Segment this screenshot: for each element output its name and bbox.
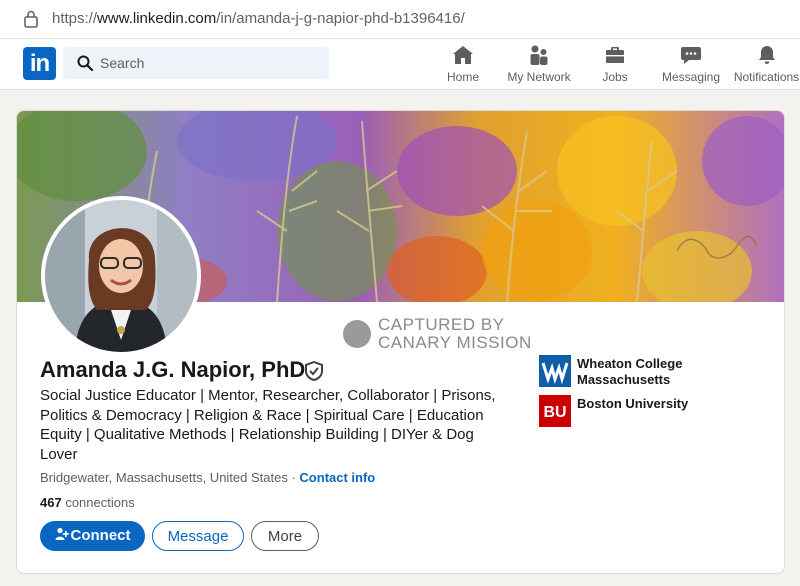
boston-university-logo: BU <box>539 395 571 427</box>
search-input[interactable]: Search <box>63 47 329 79</box>
education-name: Wheaton College Massachusetts <box>577 356 683 387</box>
nav-jobs[interactable]: Jobs <box>596 43 634 87</box>
profile-headline: Social Justice Educator | Mentor, Resear… <box>40 387 496 463</box>
connections-count[interactable]: 467 connections <box>40 495 135 510</box>
linkedin-logo[interactable]: in <box>23 47 56 80</box>
more-button[interactable]: More <box>251 521 319 551</box>
watermark-line1: CAPTURED BY <box>378 315 505 334</box>
profile-card: CAPTURED BY CANARY MISSION Amanda J.G. N… <box>16 110 785 574</box>
network-icon <box>530 45 548 65</box>
nav-notifications[interactable]: Notifications <box>733 43 800 87</box>
location-text: Bridgewater, Massachusetts, United State… <box>40 470 288 485</box>
bell-icon <box>758 46 775 64</box>
watermark-logo-icon <box>343 320 371 348</box>
add-person-icon <box>55 527 69 540</box>
verified-shield-icon[interactable] <box>305 361 323 381</box>
connections-label: connections <box>61 495 135 510</box>
connect-button-label: Connect <box>70 527 131 544</box>
search-placeholder: Search <box>100 55 145 71</box>
profile-name: Amanda J.G. Napior, PhD <box>40 357 306 382</box>
location-separator: · <box>287 470 300 485</box>
search-icon <box>77 55 93 71</box>
nav-home[interactable]: Home <box>442 43 484 87</box>
svg-text:BU: BU <box>543 404 566 421</box>
nav-my-network[interactable]: My Network <box>505 43 573 87</box>
connect-button[interactable]: Connect <box>40 521 145 551</box>
connections-number: 467 <box>40 495 62 510</box>
nav-messaging[interactable]: Messaging <box>661 43 721 87</box>
avatar[interactable] <box>41 196 201 356</box>
message-button[interactable]: Message <box>152 521 244 551</box>
contact-info-link[interactable]: Contact info <box>299 470 375 485</box>
briefcase-icon <box>606 47 624 63</box>
browser-address-bar[interactable]: https://www.linkedin.com/in/amanda-j-g-n… <box>0 0 800 39</box>
profile-location: Bridgewater, Massachusetts, United State… <box>40 470 375 485</box>
top-nav: in Search Home My Network Jobs Messaging… <box>0 39 800 90</box>
nav-notifications-label: Notifications <box>733 70 800 84</box>
watermark-line2: CANARY MISSION <box>378 333 532 352</box>
lock-icon <box>24 10 38 28</box>
nav-my-network-label: My Network <box>507 70 571 84</box>
nav-home-label: Home <box>446 70 479 84</box>
home-icon <box>453 46 473 64</box>
canary-mission-watermark: CAPTURED BY CANARY MISSION <box>341 316 571 352</box>
nav-jobs-label: Jobs <box>602 70 628 84</box>
profile-photo <box>45 200 197 352</box>
education-name: Boston University <box>577 396 689 411</box>
nav-messaging-label: Messaging <box>661 70 721 84</box>
chat-icon <box>681 47 701 64</box>
url-text[interactable]: https://www.linkedin.com/in/amanda-j-g-n… <box>52 10 465 27</box>
wheaton-college-logo <box>539 355 571 387</box>
